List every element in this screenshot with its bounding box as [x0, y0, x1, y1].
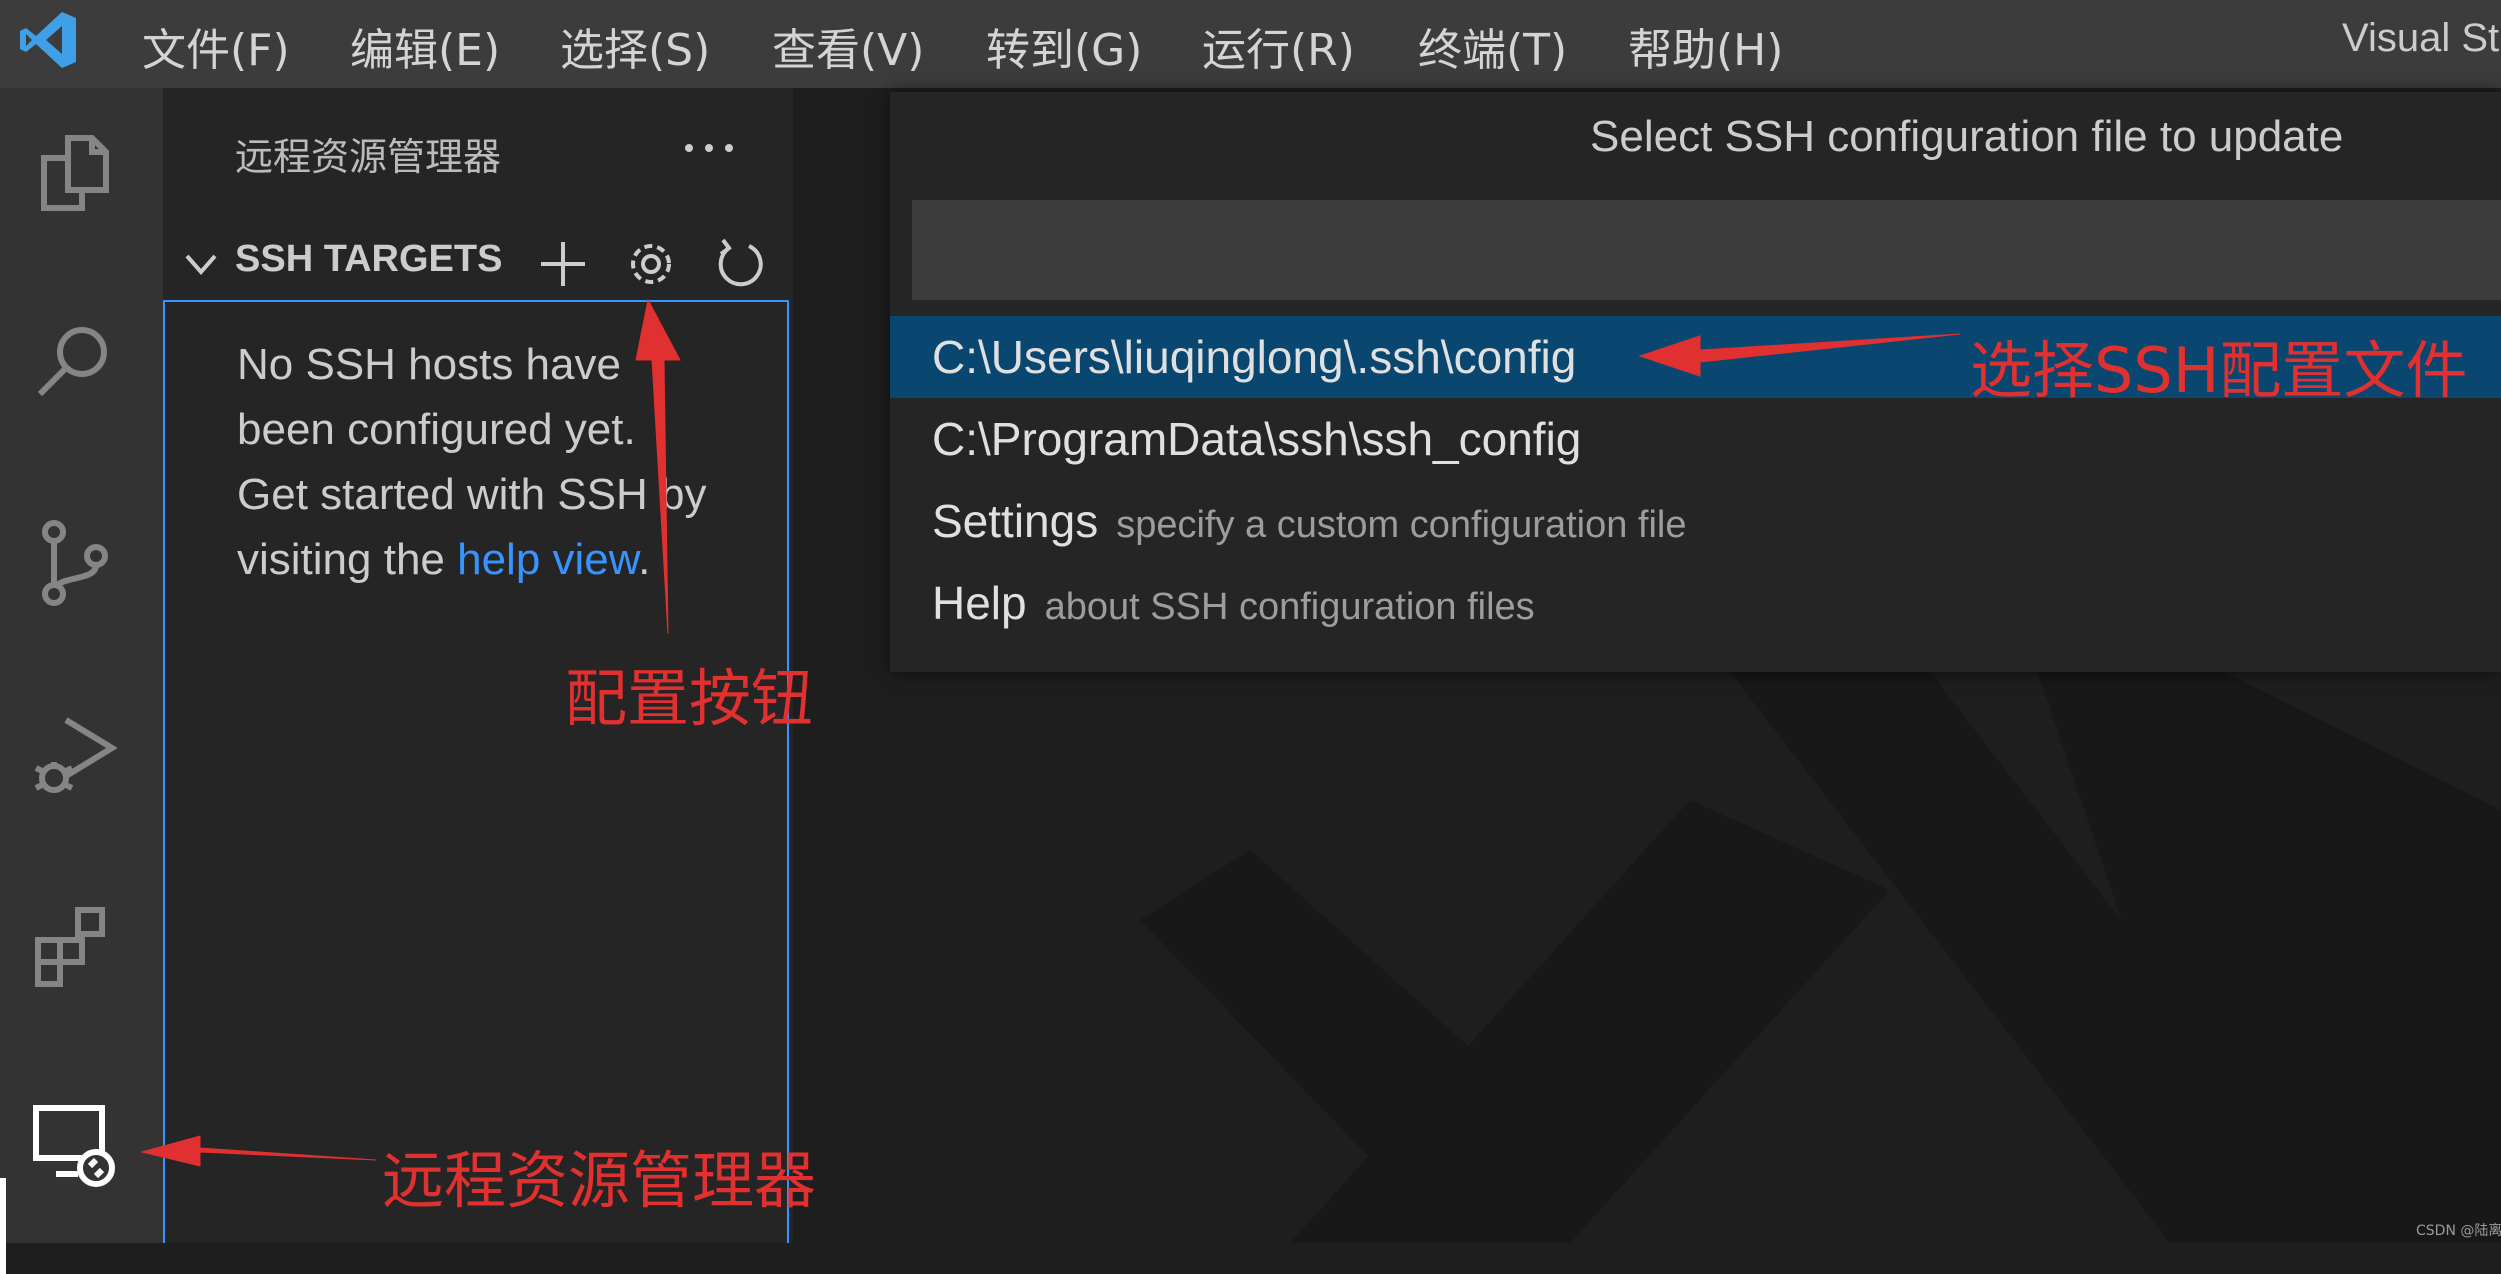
chevron-down-icon[interactable]	[181, 246, 221, 282]
quick-pick-title: Select SSH configuration file to update	[1590, 112, 2344, 161]
active-indicator	[0, 1178, 6, 1274]
annotation-select-config: 选择SSH配置文件	[1970, 334, 2468, 407]
menu-file[interactable]: 文件(F)	[142, 14, 290, 78]
remote-explorer-icon[interactable]	[26, 1096, 122, 1192]
run-debug-icon[interactable]	[26, 706, 122, 802]
vscode-logo-icon[interactable]	[16, 8, 80, 72]
menu-selection[interactable]: 选择(S)	[560, 14, 710, 78]
search-icon[interactable]	[26, 314, 122, 410]
item-label: C:\Users\liuqinglong\.ssh\config	[932, 331, 1577, 383]
menu-go[interactable]: 转到(G)	[986, 14, 1142, 78]
section-title: SSH TARGETS	[235, 238, 503, 280]
annotation-remote-explorer: 远程资源管理器	[382, 1144, 817, 1217]
sidebar-title: 远程资源管理器	[235, 135, 502, 179]
item-description: specify a custom configuration file	[1116, 504, 1687, 546]
help-view-link[interactable]: help view	[457, 535, 638, 584]
refresh-icon[interactable]	[709, 234, 769, 294]
item-label: Help	[932, 577, 1027, 629]
list-item[interactable]: C:\ProgramData\ssh\ssh_config	[890, 398, 2501, 480]
credit-watermark: CSDN @陆离	[2416, 1223, 2501, 1239]
activity-bar	[0, 88, 163, 1274]
more-actions-icon[interactable]	[679, 128, 739, 168]
ssh-targets-header[interactable]: SSH TARGETS	[163, 228, 793, 298]
menu-run[interactable]: 运行(R)	[1202, 14, 1355, 78]
add-icon[interactable]	[533, 234, 593, 294]
annotation-gear-button: 配置按钮	[565, 662, 814, 735]
extensions-icon[interactable]	[26, 898, 122, 994]
quick-pick-input[interactable]	[912, 200, 2501, 300]
menu-help[interactable]: 帮助(H)	[1628, 14, 1783, 78]
window-title: Visual St	[2342, 16, 2500, 60]
menu-edit[interactable]: 编辑(E)	[350, 14, 500, 78]
item-description: about SSH configuration files	[1044, 586, 1535, 628]
item-label: C:\ProgramData\ssh\ssh_config	[932, 413, 1582, 465]
menu-bar: 文件(F) 编辑(E) 选择(S) 查看(V) 转到(G) 运行(R) 终端(T…	[0, 0, 2501, 88]
list-item[interactable]: Settings specify a custom configuration f…	[890, 480, 2501, 562]
ssh-targets-view: No SSH hosts have been configured yet. G…	[163, 300, 789, 1243]
gear-icon[interactable]	[621, 234, 681, 294]
item-label: Settings	[932, 495, 1099, 547]
source-control-icon[interactable]	[26, 514, 122, 610]
menu-terminal[interactable]: 终端(T)	[1418, 14, 1567, 78]
menu-view[interactable]: 查看(V)	[772, 14, 924, 78]
list-item[interactable]: Help about SSH configuration files	[890, 562, 2501, 644]
welcome-suffix: .	[638, 535, 651, 584]
welcome-message: No SSH hosts have been configured yet. G…	[237, 332, 707, 592]
explorer-icon[interactable]	[26, 124, 122, 220]
